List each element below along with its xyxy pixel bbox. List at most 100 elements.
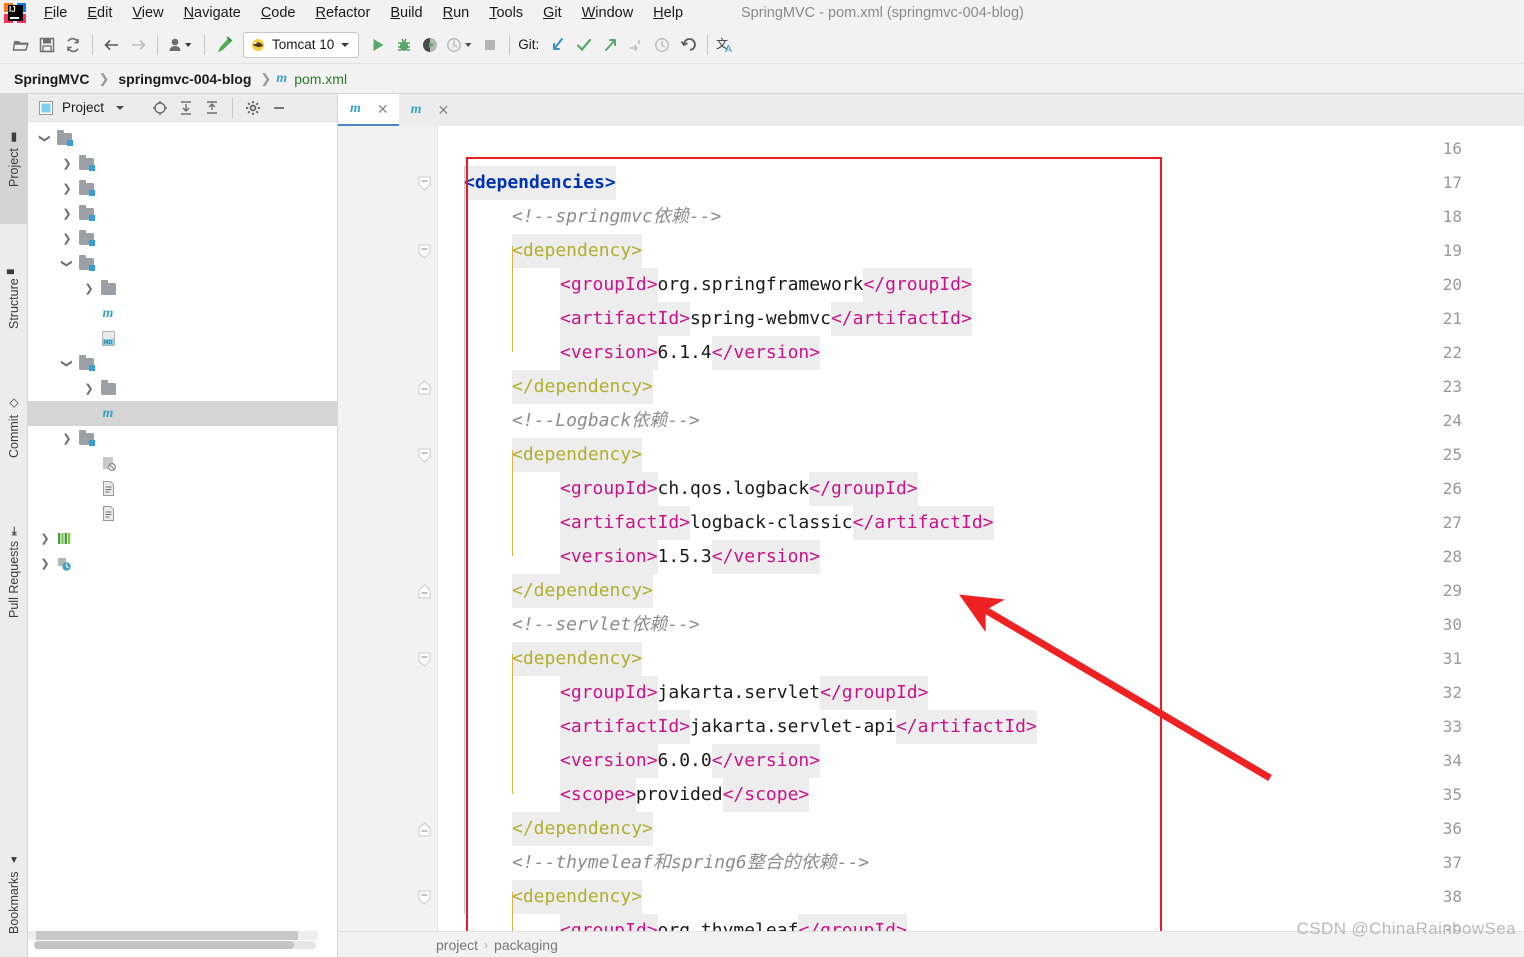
git-push-icon[interactable]: [597, 32, 623, 58]
code-fold-open-icon[interactable]: [416, 234, 432, 268]
sidebar-item-project[interactable]: Project ▮: [0, 94, 28, 224]
code-fold-open-icon[interactable]: [416, 880, 432, 914]
tree-item-springmvc-002[interactable]: ❯: [28, 176, 337, 201]
git-update-icon[interactable]: [545, 32, 571, 58]
tree-item-src[interactable]: ❯: [28, 276, 337, 301]
editor-tab-1[interactable]: m✕: [399, 94, 460, 126]
tree-expand-arrow-icon[interactable]: ❯: [58, 157, 76, 170]
tree-expand-arrow-icon[interactable]: ❯: [36, 532, 54, 545]
tree-item-pom-xml[interactable]: m: [28, 401, 337, 426]
tree-expand-arrow-icon[interactable]: ❯: [61, 255, 74, 273]
git-commit-checkmark-icon[interactable]: [571, 32, 597, 58]
code-content[interactable]: <dependencies><!--springmvc依赖--><depende…: [438, 126, 1524, 931]
menu-item-window[interactable]: Window: [572, 2, 644, 24]
tree-item-springmvc-005[interactable]: ❯: [28, 426, 337, 451]
scroll-from-source-icon[interactable]: [150, 98, 170, 118]
menu-item-code[interactable]: Code: [251, 2, 306, 24]
code-token-cmt: <!--thymeleaf和spring6整合的依赖-->: [512, 846, 869, 880]
tree-item-readme-md[interactable]: MD: [28, 326, 337, 351]
build-hammer-icon[interactable]: [211, 32, 237, 58]
project-panel-horizontal-scrollbar[interactable]: [34, 941, 316, 949]
run-with-coverage-icon[interactable]: [417, 32, 443, 58]
git-history-icon[interactable]: [649, 32, 675, 58]
code-fold-open-icon[interactable]: [416, 642, 432, 676]
forward-arrow-icon[interactable]: [125, 32, 151, 58]
close-icon[interactable]: ✕: [377, 101, 389, 118]
tree-item--gitignore[interactable]: [28, 451, 337, 476]
tree-expand-arrow-icon[interactable]: ❯: [36, 557, 54, 570]
text-file-icon: [98, 506, 118, 521]
menu-item-file[interactable]: File: [34, 2, 77, 24]
tree-expand-arrow-icon[interactable]: ❯: [58, 182, 76, 195]
sidebar-item-commit[interactable]: Commit ◇: [0, 370, 28, 485]
debug-bug-icon[interactable]: [391, 32, 417, 58]
code-fold-close-icon[interactable]: [416, 370, 432, 404]
tree-expand-arrow-icon[interactable]: ❯: [58, 232, 76, 245]
code-editor[interactable]: 1617181920212223242526272829303132333435…: [338, 126, 1524, 931]
menu-item-navigate[interactable]: Navigate: [174, 2, 251, 24]
status-breadcrumb-packaging[interactable]: packaging: [494, 937, 558, 953]
chevron-down-icon[interactable]: [110, 98, 130, 118]
tree-item-test-txt[interactable]: [28, 476, 337, 501]
menu-item-run[interactable]: Run: [433, 2, 480, 24]
code-fold-open-icon[interactable]: [416, 166, 432, 200]
menu-item-tools[interactable]: Tools: [479, 2, 533, 24]
maven-m-icon: m: [276, 71, 287, 87]
back-arrow-icon[interactable]: [99, 32, 125, 58]
code-line: <dependency>: [512, 642, 642, 676]
tree-item-springmvc-004[interactable]: ❯: [28, 251, 337, 276]
project-file-tree[interactable]: ❯❯❯❯❯❯❯mMD❯❯m❯❯❯: [28, 122, 337, 576]
editor-horizontal-scrollbar[interactable]: [28, 931, 318, 940]
stop-icon[interactable]: [477, 32, 503, 58]
breadcrumb-file[interactable]: pom.xml: [290, 69, 351, 89]
gear-icon[interactable]: [243, 98, 263, 118]
open-folder-icon[interactable]: [8, 32, 34, 58]
translate-icon[interactable]: 文A: [714, 32, 738, 58]
user-dropdown-icon[interactable]: [164, 32, 198, 58]
tree-expand-arrow-icon[interactable]: ❯: [39, 130, 52, 148]
sidebar-item-bookmarks[interactable]: Bookmarks ▴: [0, 834, 28, 954]
menu-item-build[interactable]: Build: [380, 2, 432, 24]
tree-item-external-libraries[interactable]: ❯: [28, 526, 337, 551]
breadcrumb-module[interactable]: springmvc-004-blog: [114, 69, 255, 89]
refresh-icon[interactable]: [60, 32, 86, 58]
git-rollback-icon[interactable]: [675, 32, 701, 58]
close-icon[interactable]: ✕: [438, 102, 450, 119]
tree-expand-arrow-icon[interactable]: ❯: [80, 382, 98, 395]
tree-expand-arrow-icon[interactable]: ❯: [58, 432, 76, 445]
editor-tab-0[interactable]: m✕: [338, 94, 399, 126]
tree-item-src[interactable]: ❯: [28, 376, 337, 401]
git-rebase-icon[interactable]: [623, 32, 649, 58]
minimize-icon[interactable]: [269, 98, 289, 118]
tree-expand-arrow-icon[interactable]: ❯: [80, 282, 98, 295]
run-icon[interactable]: [365, 32, 391, 58]
breadcrumb-project[interactable]: SpringMVC: [10, 69, 93, 89]
menu-item-view[interactable]: View: [122, 2, 173, 24]
expand-all-icon[interactable]: [176, 98, 196, 118]
menu-item-git[interactable]: Git: [533, 2, 572, 24]
collapse-all-icon[interactable]: [202, 98, 222, 118]
code-fold-close-icon[interactable]: [416, 574, 432, 608]
tree-item-springmvc[interactable]: ❯: [28, 126, 337, 151]
save-icon[interactable]: [34, 32, 60, 58]
tree-item-springmvc-001[interactable]: ❯: [28, 151, 337, 176]
menu-item-edit[interactable]: Edit: [77, 2, 122, 24]
status-breadcrumb-project[interactable]: project: [436, 937, 478, 953]
profiler-icon[interactable]: [443, 32, 477, 58]
sidebar-item-pull-requests[interactable]: Pull Requests ⇤: [0, 492, 28, 652]
menu-item-help[interactable]: Help: [643, 2, 693, 24]
code-token-text: 6.0.0: [658, 744, 712, 778]
run-configuration-selector[interactable]: Tomcat 10: [243, 32, 359, 58]
tree-item-springmvc-004-blog[interactable]: ❯: [28, 351, 337, 376]
tree-item-springmvc-003[interactable]: ❯: [28, 201, 337, 226]
menu-item-refactor[interactable]: Refactor: [306, 2, 381, 24]
sidebar-item-structure[interactable]: Structure ▘: [0, 232, 28, 362]
code-fold-close-icon[interactable]: [416, 812, 432, 846]
tree-item-test2-txt[interactable]: [28, 501, 337, 526]
tree-expand-arrow-icon[interactable]: ❯: [61, 355, 74, 373]
tree-item-springmvc-003-blog[interactable]: ❯: [28, 226, 337, 251]
code-fold-open-icon[interactable]: [416, 438, 432, 472]
tree-expand-arrow-icon[interactable]: ❯: [58, 207, 76, 220]
tree-item-scratches-and-consoles[interactable]: ❯: [28, 551, 337, 576]
tree-item-pom-xml[interactable]: m: [28, 301, 337, 326]
